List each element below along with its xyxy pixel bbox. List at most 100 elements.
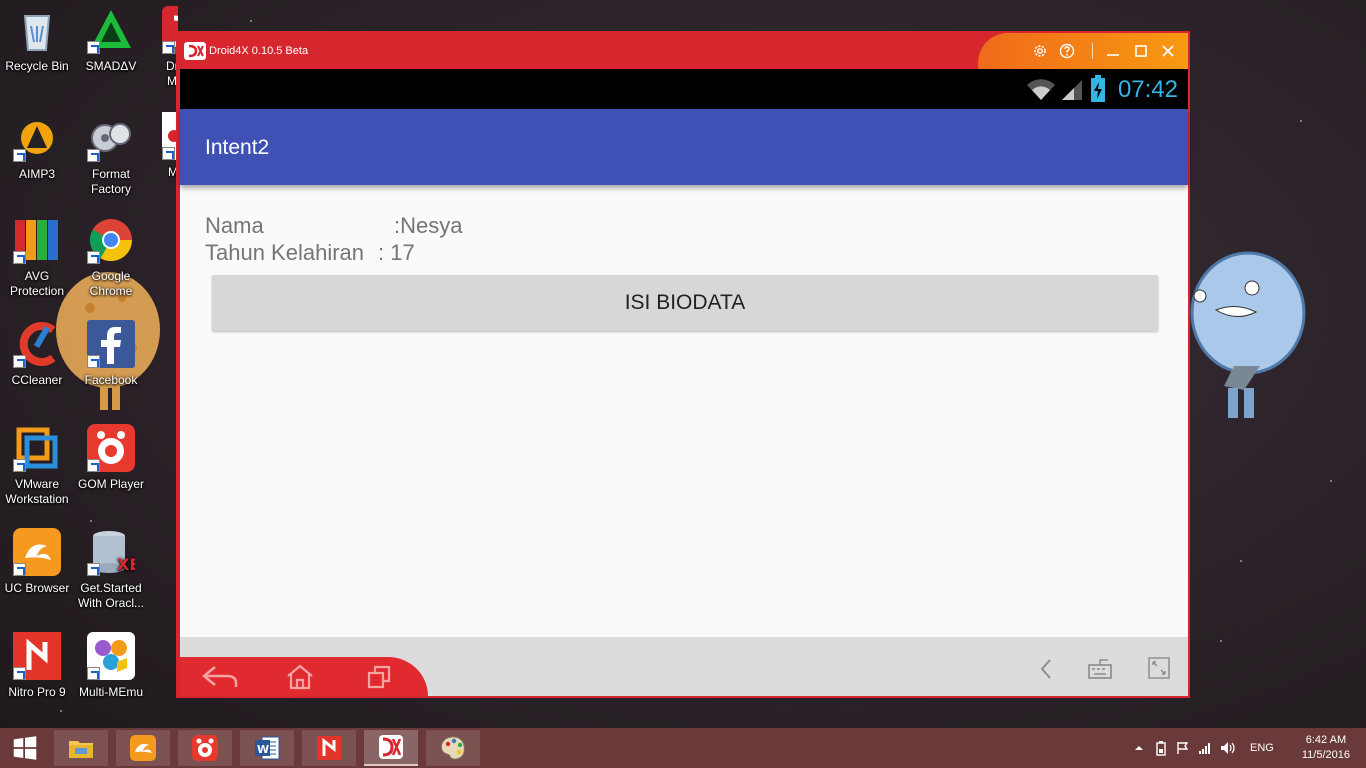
battery-charging-icon — [1091, 75, 1105, 102]
taskbar-uc-browser[interactable] — [116, 730, 170, 766]
settings-button[interactable] — [1030, 41, 1050, 61]
maximize-icon — [1135, 45, 1147, 57]
taskbar-time: 6:42 AM — [1305, 734, 1347, 746]
name-row: Nama :Nesya — [205, 213, 462, 239]
power-battery-icon[interactable] — [1154, 740, 1168, 756]
desktop-icon-partial-m[interactable]: M — [148, 112, 178, 180]
gom-player-icon — [87, 424, 135, 472]
folder-icon — [69, 741, 93, 758]
desktop-icon-label: Recycle Bin — [5, 59, 69, 73]
fullscreen-button[interactable] — [1146, 655, 1172, 681]
desktop-icon-google-chrome[interactable]: Google Chrome — [74, 216, 148, 299]
taskbar-paint[interactable] — [426, 730, 480, 766]
close-button[interactable] — [1158, 41, 1178, 61]
uc-browser-icon — [130, 735, 156, 761]
smadav-icon — [87, 6, 135, 54]
minimize-button[interactable] — [1103, 41, 1123, 61]
close-icon — [1162, 45, 1174, 57]
help-icon — [1059, 43, 1075, 59]
windows-taskbar: W ENG 6:42 AM 11/5/2016 — [0, 728, 1366, 768]
input-language[interactable]: ENG — [1250, 742, 1274, 754]
help-button[interactable] — [1057, 41, 1077, 61]
keyboard-button[interactable] — [1086, 655, 1114, 683]
gom-player-icon — [192, 735, 218, 761]
maximize-button[interactable] — [1131, 41, 1151, 61]
desktop-icon-avg[interactable]: AVG Protection — [0, 216, 74, 299]
collapse-button[interactable] — [1036, 657, 1056, 681]
back-arrow-icon — [202, 666, 238, 687]
desktop-icon-uc-browser[interactable]: UC Browser — [0, 528, 74, 596]
desktop-icon-label: SMADΔV — [85, 59, 137, 73]
multi-memu-icon — [87, 632, 135, 680]
droid4x-logo-icon — [184, 42, 206, 60]
windows-logo-icon — [13, 736, 37, 760]
desktop-icon-label: Multi-MEmu — [78, 685, 143, 699]
database-icon: XE — [87, 528, 135, 576]
desktop-icon-label: GOM Player — [77, 477, 144, 491]
desktop-icon-recycle-bin[interactable]: Recycle Bin — [0, 6, 74, 74]
desktop-icon-label: Format Factory — [90, 167, 131, 196]
desktop-icon-gom-player[interactable]: GOM Player — [74, 424, 148, 492]
keyboard-icon — [1088, 659, 1112, 679]
titlebar-separator — [1092, 43, 1093, 59]
nitro-icon — [317, 736, 341, 760]
svg-text:W: W — [257, 743, 269, 756]
back-button[interactable] — [200, 663, 240, 691]
svg-text:XE: XE — [117, 555, 135, 574]
taskbar-gom-player[interactable] — [178, 730, 232, 766]
vmware-icon — [13, 424, 61, 472]
status-clock: 07:42 — [1117, 76, 1178, 103]
uc-browser-icon — [13, 528, 61, 576]
home-icon — [287, 664, 313, 690]
desktop-icon-aimp3[interactable]: AIMP3 — [0, 114, 74, 182]
app-toolbar: Intent2 — [180, 109, 1188, 185]
word-icon: W — [255, 736, 280, 760]
desktop-icon-ccleaner[interactable]: CCleaner — [0, 320, 74, 388]
flag-icon[interactable] — [1176, 741, 1190, 755]
paint-palette-icon — [441, 736, 465, 760]
taskbar-droid4x[interactable] — [364, 730, 418, 766]
volume-icon[interactable] — [1220, 741, 1236, 755]
taskbar-clock[interactable]: 6:42 AM 11/5/2016 — [1302, 733, 1350, 763]
isi-biodata-button[interactable]: ISI BIODATA — [212, 275, 1158, 331]
minimize-icon — [1107, 54, 1119, 56]
desktop-icon-facebook[interactable]: Facebook — [74, 320, 148, 388]
chrome-icon — [87, 216, 135, 264]
desktop-icon-multi-memu[interactable]: Multi-MEmu — [74, 632, 148, 700]
birth-year-label: Tahun Kelahiran — [205, 240, 365, 265]
desktop-icon-format-factory[interactable]: Format Factory — [74, 114, 148, 197]
taskbar-nitro-pro[interactable] — [302, 730, 356, 766]
taskbar-file-explorer[interactable] — [54, 730, 108, 766]
desktop-icon-label: AVG Protection — [9, 269, 65, 298]
recent-apps-icon — [367, 665, 391, 689]
window-title: Droid4X 0.10.5 Beta — [209, 45, 309, 57]
app-title: Intent2 — [205, 136, 270, 159]
desktop-icon-droid4x-partial[interactable]: Dr M — [148, 6, 178, 89]
network-signal-icon[interactable] — [1198, 741, 1212, 755]
show-hidden-icons-chevron-up-icon[interactable] — [1134, 743, 1144, 753]
recent-apps-button[interactable] — [364, 663, 394, 691]
taskbar-word[interactable]: W — [240, 730, 294, 766]
android-status-bar: 07:42 — [180, 69, 1188, 109]
start-button[interactable] — [0, 730, 50, 766]
format-factory-icon — [87, 114, 135, 162]
window-titlebar[interactable]: Droid4X 0.10.5 Beta — [178, 33, 1188, 69]
avg-icon — [13, 216, 61, 264]
desktop-icon-label: Get.Started With Oracl... — [77, 581, 144, 610]
desktop-icon-label: Google Chrome — [89, 269, 133, 298]
name-value: :Nesya — [394, 213, 463, 238]
app-content: Nama :Nesya Tahun Kelahiran : 17 ISI BIO… — [180, 185, 1188, 637]
cell-signal-icon — [1062, 80, 1082, 100]
desktop-icon-smadav[interactable]: SMADΔV — [74, 6, 148, 74]
ice-character-sticker — [1190, 251, 1306, 418]
taskbar-date: 11/5/2016 — [1301, 749, 1350, 761]
fullscreen-icon — [1148, 657, 1170, 679]
desktop-icon-vmware[interactable]: VMware Workstation — [0, 424, 74, 507]
home-button[interactable] — [284, 663, 316, 691]
desktop-icon-nitro-pro[interactable]: Nitro Pro 9 — [0, 632, 74, 700]
birth-year-row: Tahun Kelahiran : 17 — [205, 240, 415, 266]
system-tray: ENG — [1134, 728, 1274, 768]
droid4x-window: Droid4X 0.10.5 Beta 07:42 Intent2 Nama:… — [176, 31, 1190, 698]
desktop-icon-oracle[interactable]: XE Get.Started With Oracl... — [74, 528, 148, 611]
wifi-icon — [1027, 79, 1055, 100]
